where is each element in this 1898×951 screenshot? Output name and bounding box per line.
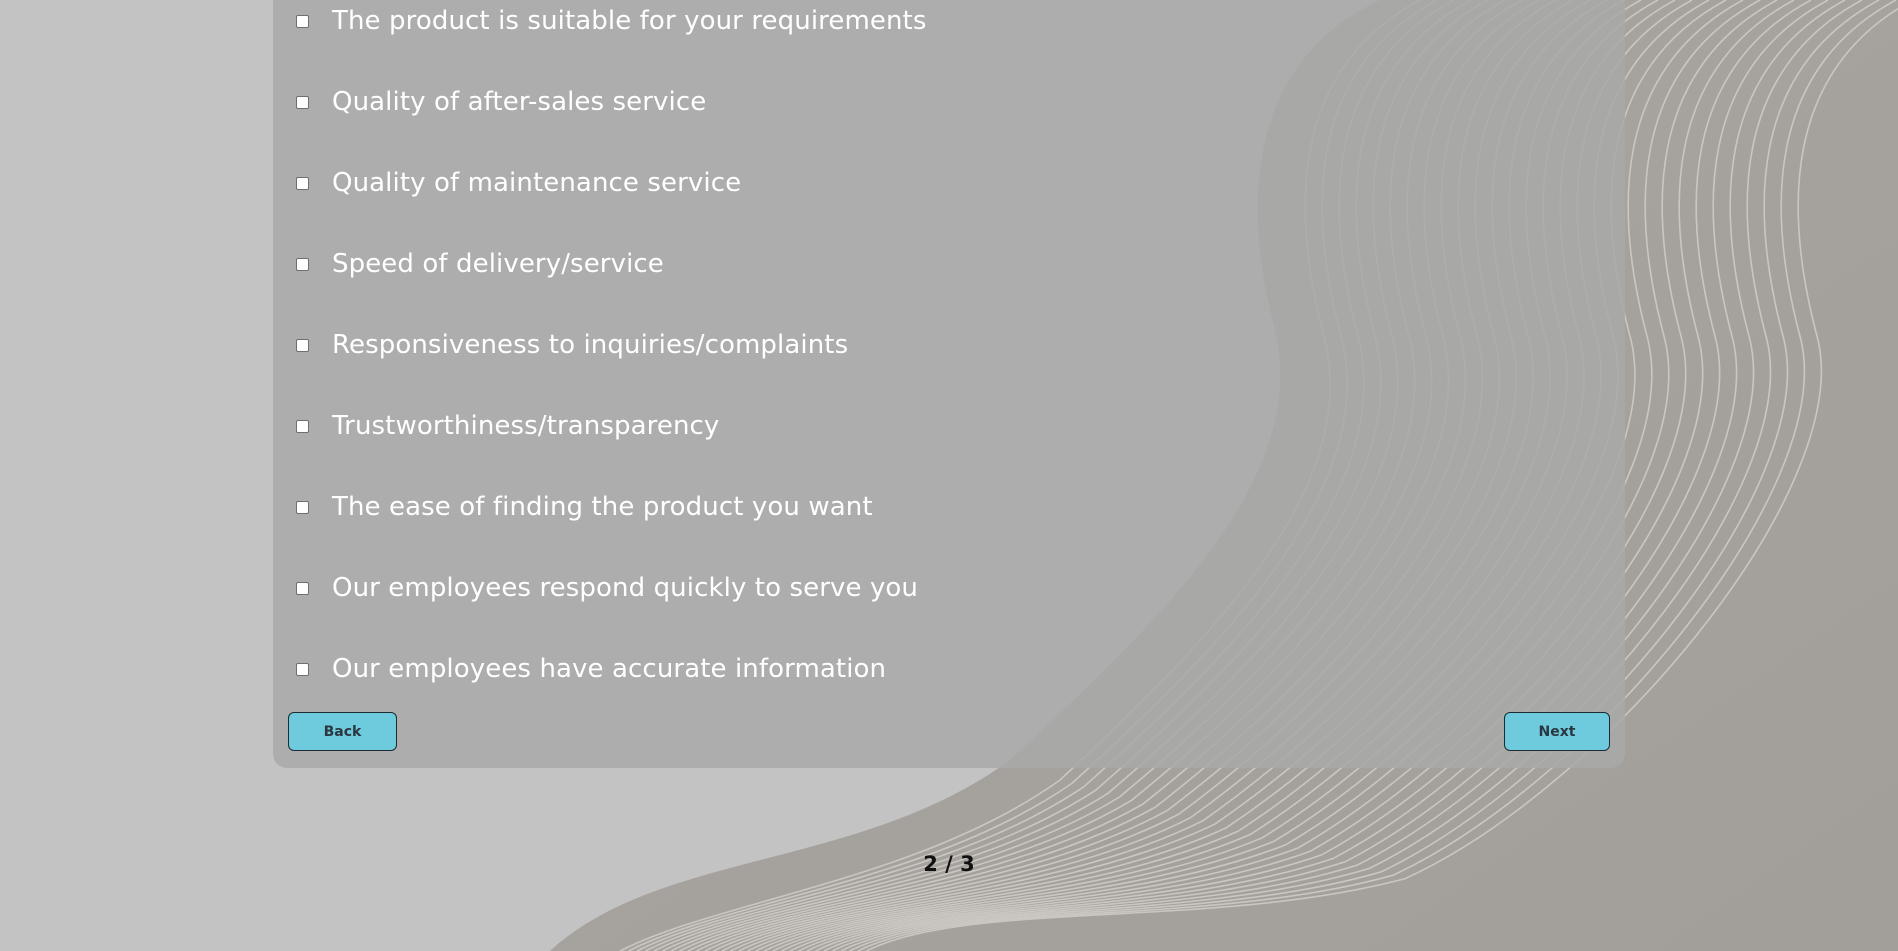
page-indicator: 2 / 3 bbox=[923, 852, 975, 876]
survey-card: The product is suitable for your require… bbox=[273, 0, 1625, 768]
survey-option[interactable]: The ease of finding the product you want bbox=[294, 487, 873, 527]
survey-option[interactable]: Quality of maintenance service bbox=[294, 163, 741, 203]
survey-option[interactable]: Speed of delivery/service bbox=[294, 244, 664, 284]
option-checkbox[interactable] bbox=[296, 662, 309, 676]
option-checkbox[interactable] bbox=[296, 257, 309, 271]
option-checkbox[interactable] bbox=[296, 419, 309, 433]
option-label: Trustworthiness/transparency bbox=[332, 411, 720, 441]
option-checkbox[interactable] bbox=[296, 581, 309, 595]
option-checkbox[interactable] bbox=[296, 14, 309, 28]
option-label: Speed of delivery/service bbox=[332, 249, 664, 279]
option-label: The product is suitable for your require… bbox=[332, 6, 927, 36]
option-label: Quality of after-sales service bbox=[332, 87, 707, 117]
next-button[interactable]: Next bbox=[1504, 712, 1610, 751]
option-label: Responsiveness to inquiries/complaints bbox=[332, 330, 849, 360]
option-label: The ease of finding the product you want bbox=[332, 492, 873, 522]
option-checkbox[interactable] bbox=[296, 95, 309, 109]
option-label: Our employees have accurate information bbox=[332, 654, 887, 684]
survey-option[interactable]: Our employees have accurate information bbox=[294, 649, 886, 689]
option-checkbox[interactable] bbox=[296, 176, 309, 190]
option-checkbox[interactable] bbox=[296, 500, 309, 514]
option-label: Quality of maintenance service bbox=[332, 168, 742, 198]
option-checkbox[interactable] bbox=[296, 338, 309, 352]
survey-option[interactable]: The product is suitable for your require… bbox=[294, 1, 927, 41]
survey-option[interactable]: Responsiveness to inquiries/complaints bbox=[294, 325, 848, 365]
back-button[interactable]: Back bbox=[288, 712, 397, 751]
option-label: Our employees respond quickly to serve y… bbox=[332, 573, 919, 603]
survey-option[interactable]: Quality of after-sales service bbox=[294, 82, 706, 122]
survey-option[interactable]: Our employees respond quickly to serve y… bbox=[294, 568, 918, 608]
survey-option[interactable]: Trustworthiness/transparency bbox=[294, 406, 719, 446]
